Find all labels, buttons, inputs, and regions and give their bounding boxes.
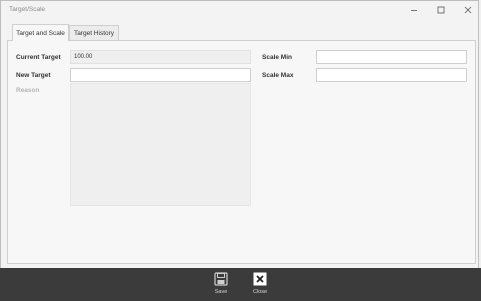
title-bar: Target/Scale (1, 1, 478, 19)
save-button[interactable]: Save (206, 272, 236, 298)
tab-label: Target and Scale (16, 29, 65, 37)
current-target-label: Current Target (16, 54, 61, 61)
reason-label: Reason (16, 87, 40, 94)
tab-target-history[interactable]: Target History (69, 25, 119, 40)
close-icon (464, 6, 472, 14)
minimize-button[interactable] (406, 4, 422, 16)
scale-max-input[interactable] (316, 68, 467, 82)
window-title: Target/Scale (9, 6, 46, 13)
scale-max-label: Scale Max (262, 72, 294, 79)
tab-target-and-scale[interactable]: Target and Scale (12, 24, 69, 41)
scale-min-label: Scale Min (262, 54, 292, 61)
close-window-button[interactable] (460, 4, 476, 16)
reason-textarea[interactable] (70, 83, 251, 206)
current-target-field: 100.00 (70, 50, 251, 64)
close-label: Close (252, 289, 268, 295)
new-target-input[interactable] (70, 68, 251, 82)
save-label: Save (214, 289, 228, 295)
footer-toolbar: Save Close (0, 268, 481, 301)
new-target-label: New Target (16, 72, 51, 79)
tab-label: Target History (73, 29, 115, 37)
minimize-icon (411, 10, 417, 11)
close-icon (253, 272, 267, 286)
save-icon (214, 272, 228, 286)
tab-panel: Current Target 100.00 New Target Reason … (7, 40, 476, 264)
scale-min-input[interactable] (316, 50, 467, 64)
maximize-icon (437, 6, 445, 14)
target-scale-window: Target/Scale Target and Scale Target His… (0, 0, 479, 299)
current-target-value: 100.00 (74, 54, 93, 60)
maximize-button[interactable] (433, 4, 449, 16)
close-button[interactable]: Close (245, 272, 275, 298)
